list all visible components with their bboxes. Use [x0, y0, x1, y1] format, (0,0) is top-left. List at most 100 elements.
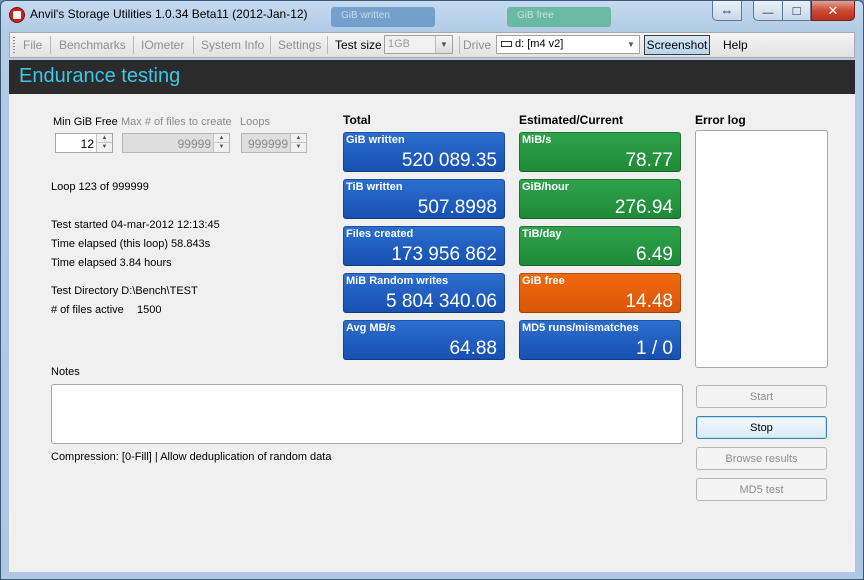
stat-label: GiB written: [346, 134, 405, 146]
chevron-up-icon[interactable]: ▲: [214, 134, 229, 143]
stat-label: GiB free: [522, 275, 565, 287]
stat-label: MD5 runs/mismatches: [522, 322, 639, 334]
stat-value: 520 089.35: [401, 150, 497, 171]
stat-value: 64.88: [449, 338, 497, 359]
close-button[interactable]: ✕: [811, 1, 855, 21]
browse-results-button[interactable]: Browse results: [696, 447, 827, 470]
menu-system-info[interactable]: System Info: [201, 38, 264, 52]
background-window-tab: GiB free: [507, 7, 611, 27]
minimize-icon: —: [762, 6, 774, 19]
background-window-tab: GiB written: [331, 7, 435, 27]
chevron-up-icon[interactable]: ▲: [97, 134, 112, 143]
stat-tile: Files created 173 956 862: [343, 226, 505, 266]
page-title: Endurance testing: [19, 65, 181, 87]
stat-value: 1 / 0: [636, 338, 673, 359]
test-started: Test started 04-mar-2012 12:13:45: [51, 219, 220, 231]
loop-counter: Loop 123 of 999999: [51, 181, 149, 193]
stat-value: 14.48: [625, 291, 673, 312]
error-log-box[interactable]: [695, 130, 828, 368]
stat-label: GiB/hour: [522, 181, 570, 193]
maximize-button[interactable]: □: [782, 1, 811, 21]
menu-help[interactable]: Help: [723, 38, 748, 52]
screenshot-button[interactable]: Screenshot: [644, 35, 710, 55]
stat-tile: MD5 runs/mismatches 1 / 0: [519, 320, 681, 360]
stat-label: TiB/day: [522, 228, 562, 240]
window-title: Anvil's Storage Utilities 1.0.34 Beta11 …: [30, 7, 308, 21]
max-files-stepper[interactable]: 99999 ▲ ▼: [122, 133, 230, 153]
title-bar: Anvil's Storage Utilities 1.0.34 Beta11 …: [1, 1, 863, 29]
stat-label: Avg MB/s: [346, 322, 396, 334]
page-header: Endurance testing: [9, 60, 855, 94]
close-icon: ✕: [827, 2, 839, 18]
loops-value: 999999: [247, 137, 288, 151]
app-logo-icon: [9, 7, 25, 23]
total-heading: Total: [343, 113, 371, 127]
notes-textarea[interactable]: [51, 384, 683, 444]
toolbar-grip-icon[interactable]: [13, 37, 15, 53]
stat-value: 173 956 862: [391, 244, 497, 265]
estimated-heading: Estimated/Current: [519, 113, 624, 127]
stat-tile: MiB/s 78.77: [519, 132, 681, 172]
stat-tile: TiB written 507.8998: [343, 179, 505, 219]
test-size-label: Test size: [335, 38, 382, 52]
min-free-label: Min GiB Free: [53, 116, 118, 128]
chevron-down-icon[interactable]: ▼: [97, 143, 112, 152]
minimize-button[interactable]: —: [753, 1, 783, 21]
drive-value: d: [m4 v2]: [515, 38, 564, 50]
content-panel: Min GiB Free Max # of files to create Lo…: [9, 94, 855, 572]
stat-tile: GiB free 14.48: [519, 273, 681, 313]
md5-test-button[interactable]: MD5 test: [696, 478, 827, 501]
menu-iometer[interactable]: IOmeter: [141, 38, 184, 52]
loops-label: Loops: [240, 116, 270, 128]
min-free-stepper[interactable]: 12 ▲ ▼: [55, 133, 113, 153]
chevron-down-icon[interactable]: ▼: [291, 143, 306, 152]
stat-label: TiB written: [346, 181, 403, 193]
drive-label: Drive: [463, 38, 492, 52]
menu-file[interactable]: File: [23, 38, 42, 52]
menu-bar: File Benchmarks IOmeter System Info Sett…: [9, 32, 855, 58]
error-log-heading: Error log: [695, 113, 746, 127]
stop-button[interactable]: Stop: [696, 416, 827, 439]
test-directory: Test Directory D:\Bench\TEST: [51, 285, 198, 297]
files-active-value: 1500: [137, 304, 162, 316]
menu-benchmarks[interactable]: Benchmarks: [59, 38, 126, 52]
min-free-value: 12: [80, 137, 94, 151]
chevron-up-icon[interactable]: ▲: [291, 134, 306, 143]
start-button[interactable]: Start: [696, 385, 827, 408]
menu-separator: [193, 36, 194, 54]
time-elapsed-loop: Time elapsed (this loop) 58.843s: [51, 238, 211, 250]
stat-tile: GiB/hour 276.94: [519, 179, 681, 219]
menu-separator: [133, 36, 134, 54]
loops-stepper[interactable]: 999999 ▲ ▼: [241, 133, 307, 153]
files-active-label: # of files active: [51, 304, 124, 316]
chevron-down-icon[interactable]: ▼: [214, 143, 229, 152]
menu-separator: [50, 36, 51, 54]
stat-tile: Avg MB/s 64.88: [343, 320, 505, 360]
max-files-label: Max # of files to create: [121, 116, 232, 128]
drive-select[interactable]: d: [m4 v2] ▼: [496, 35, 640, 54]
background-tab-label: GiB free: [517, 10, 554, 21]
menu-separator: [270, 36, 271, 54]
notes-label: Notes: [51, 366, 80, 378]
test-size-select[interactable]: 1GB ▼: [384, 35, 453, 54]
background-tab-label: GiB written: [341, 10, 390, 21]
menu-separator: [459, 36, 460, 54]
resize-button[interactable]: ⇔: [712, 1, 742, 21]
stat-tile: TiB/day 6.49: [519, 226, 681, 266]
menu-settings[interactable]: Settings: [278, 38, 321, 52]
time-elapsed-total: Time elapsed 3.84 hours: [51, 257, 172, 269]
chevron-down-icon: ▼: [627, 40, 635, 49]
stat-label: MiB/s: [522, 134, 552, 146]
stat-value: 5 804 340.06: [386, 291, 497, 312]
menu-separator: [327, 36, 328, 54]
compression-info: Compression: [0-Fill] | Allow deduplicat…: [51, 451, 332, 463]
stat-value: 78.77: [625, 150, 673, 171]
stat-label: MiB Random writes: [346, 275, 449, 287]
stat-tile: MiB Random writes 5 804 340.06: [343, 273, 505, 313]
resize-arrows-icon: ⇔: [720, 3, 734, 18]
stat-tile: GiB written 520 089.35: [343, 132, 505, 172]
chevron-down-icon: ▼: [435, 36, 452, 53]
max-files-value: 99999: [177, 137, 211, 151]
stat-label: Files created: [346, 228, 414, 240]
maximize-icon: □: [792, 3, 801, 18]
